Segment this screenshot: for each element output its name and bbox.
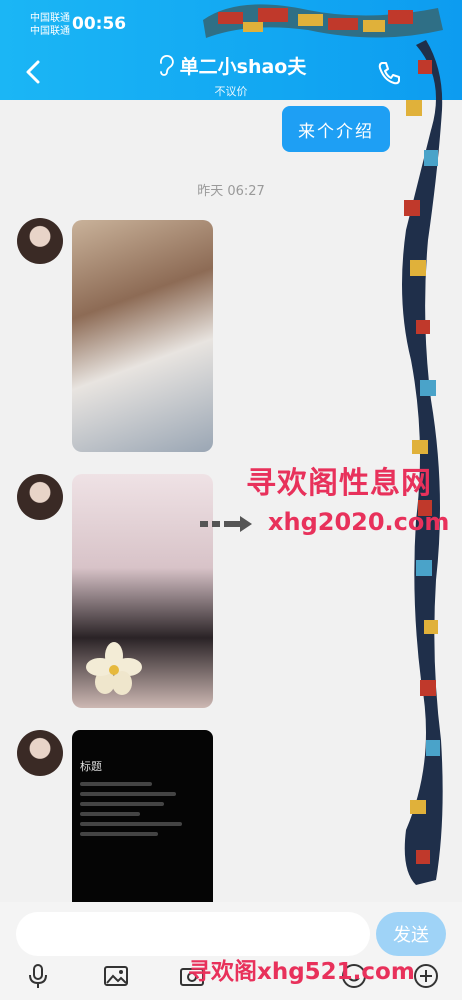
image-message-1[interactable]: [72, 220, 213, 452]
outgoing-message-bubble[interactable]: 来个介绍: [282, 106, 390, 152]
contact-avatar[interactable]: [17, 730, 63, 776]
watermark-site-name: 寻欢阁性息网: [246, 466, 432, 501]
screenshot-title: 标题: [80, 760, 102, 773]
status-time: 00:56: [72, 14, 127, 34]
send-button[interactable]: 发送: [376, 912, 446, 956]
carrier-2: 中国联通: [30, 26, 70, 37]
image-message-3[interactable]: 标题: [72, 730, 213, 904]
screenshot-content: [80, 782, 200, 842]
watermark-arrow-icon: [200, 516, 252, 532]
contact-avatar[interactable]: [17, 218, 63, 264]
scribble-overlay-top: [203, 4, 443, 38]
image-icon[interactable]: [102, 962, 130, 990]
image-message-2[interactable]: [72, 474, 213, 708]
mic-icon[interactable]: [24, 962, 52, 990]
plus-icon[interactable]: [412, 962, 440, 990]
chat-title: 单二小shao夫: [179, 56, 307, 78]
carrier-1: 中国联通: [30, 13, 70, 24]
message-input[interactable]: [16, 912, 370, 956]
bottom-watermark: 寻欢阁xhg521.com: [188, 959, 415, 985]
flower-sticker: [86, 642, 142, 695]
watermark-url: xhg2020.com: [268, 508, 450, 536]
ear-icon: [159, 54, 174, 76]
carrier-info: 中国联通 中国联通: [30, 12, 70, 38]
contact-avatar[interactable]: [17, 474, 63, 520]
